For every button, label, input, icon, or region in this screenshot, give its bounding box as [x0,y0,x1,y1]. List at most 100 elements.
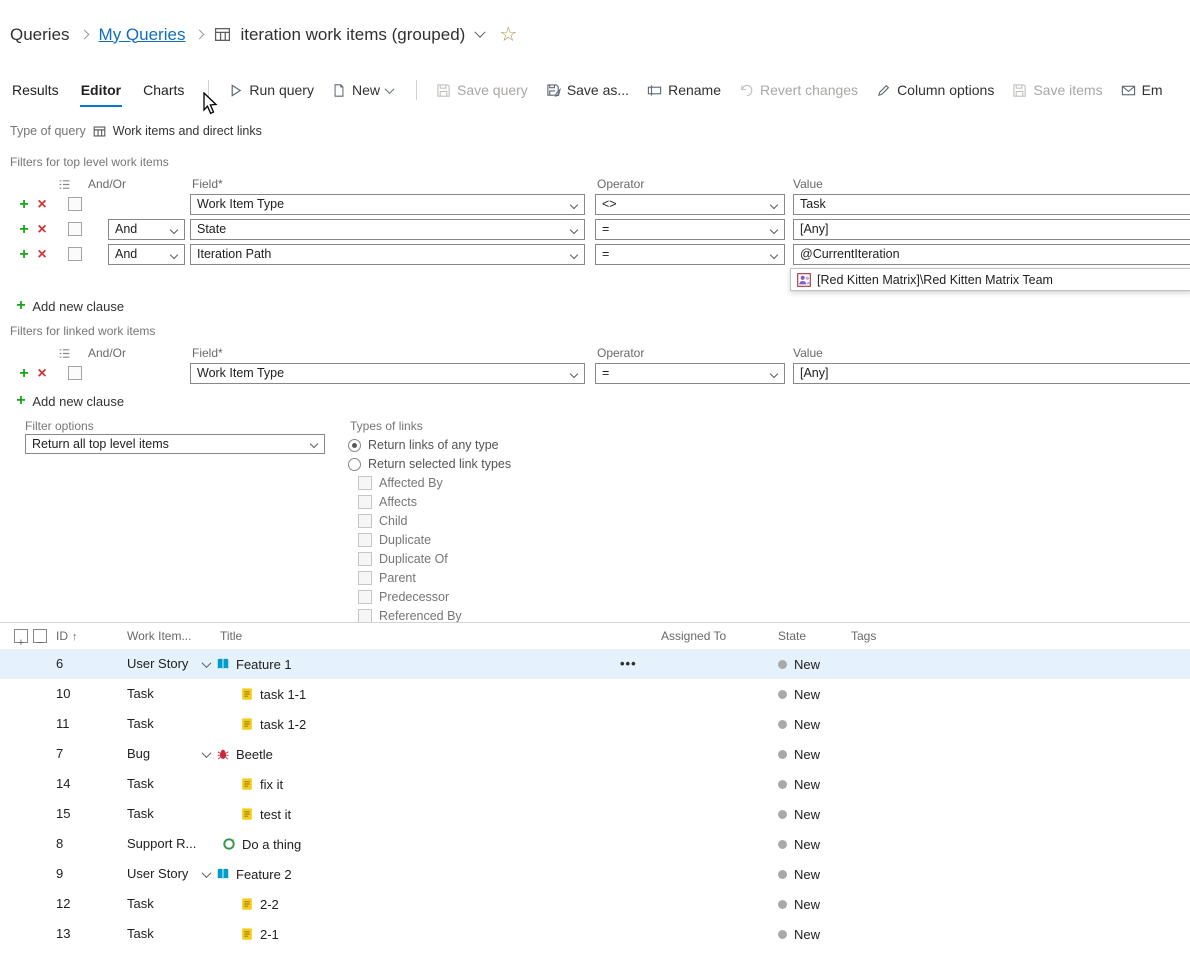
insert-clause-icon[interactable] [16,363,32,384]
operator-select[interactable]: = [595,363,785,384]
operator-select[interactable]: = [595,219,785,240]
new-query-button[interactable]: New [323,82,402,98]
insert-clause-icon[interactable] [16,219,32,240]
filter-row: Work Item Type = [Any] [0,363,1190,384]
add-new-clause-button[interactable]: Add new clause [16,297,124,315]
filter-options-select[interactable]: Return all top level items [25,434,325,454]
insert-clause-icon[interactable] [16,194,32,215]
new-document-icon [334,83,344,97]
expand-all-icon[interactable]: + [14,629,28,649]
field-select[interactable]: Work Item Type [190,363,585,384]
remove-clause-icon[interactable] [34,194,50,215]
email-query-button[interactable]: Em [1112,82,1172,98]
user-story-icon [217,868,229,879]
run-query-button[interactable]: Run query [219,82,323,98]
link-type-child: Child [358,514,408,528]
row-context-menu[interactable]: ••• [620,649,637,679]
value-input[interactable]: Task [793,194,1190,215]
chevron-down-icon [169,225,179,235]
collapse-row-chevron-icon[interactable] [201,657,212,668]
rename-button[interactable]: Rename [638,82,730,98]
insert-clause-icon[interactable] [16,244,32,265]
query-icon [215,28,231,41]
link-type-referenced-by: Referenced By [358,609,462,623]
revert-changes-button: Revert changes [730,82,867,98]
andor-select[interactable]: And [108,219,185,240]
play-icon [231,83,242,97]
column-header-title[interactable]: Title [220,623,242,649]
table-row[interactable]: 12 Task 2-2 New [0,889,1190,919]
field-select[interactable]: State [190,219,585,240]
value-input[interactable]: [Any] [793,363,1190,384]
undo-icon [741,84,753,96]
value-input[interactable]: [Any] [793,219,1190,240]
remove-clause-icon[interactable] [34,363,50,384]
table-row[interactable]: 10 Task task 1-1 New [0,679,1190,709]
table-row[interactable]: 7 Bug Beetle New [0,739,1190,769]
query-type-icon [93,125,106,137]
table-row[interactable]: 15 Task test it New [0,799,1190,829]
value-input[interactable]: @CurrentIteration [793,244,1190,265]
tab-editor[interactable]: Editor [71,74,131,107]
checkbox-icon [358,552,372,566]
field-select[interactable]: Work Item Type [190,194,585,215]
envelope-icon [1121,85,1135,95]
radio-links-any[interactable]: Return links of any type [348,438,499,452]
team-icon [797,272,811,287]
table-row[interactable]: 8 Support R... Do a thing New [0,829,1190,859]
column-header-tags[interactable]: Tags [851,623,876,649]
state-dot-icon [778,779,787,789]
top-filters-title: Filters for top level work items [10,155,169,169]
tab-charts[interactable]: Charts [133,74,194,106]
table-row[interactable]: 13 Task 2-1 New [0,919,1190,949]
column-header-id[interactable]: ID [56,623,78,650]
favorite-star-icon[interactable]: ☆ [499,22,517,47]
add-new-clause-button[interactable]: Add new clause [16,392,124,410]
save-as-button[interactable]: Save as... [537,82,638,98]
top-filters-header: And/Or Field* Operator Value [0,177,1190,193]
operator-select[interactable]: = [595,244,785,265]
page-title[interactable]: iteration work items (grouped) [240,25,465,45]
andor-select[interactable]: And [108,244,185,265]
column-options-button[interactable]: Column options [867,82,1003,98]
filter-row: Work Item Type <> Task [0,194,1190,215]
type-of-query-label: Type of query [10,124,86,138]
column-header-work-item-type[interactable]: Work Item... [127,623,191,649]
clause-checkbox[interactable] [68,222,82,236]
link-type-affects: Affects [358,495,417,509]
value-suggestion-item[interactable]: [Red Kitten Matrix]\Red Kitten Matrix Te… [790,268,1190,291]
checkbox-icon [358,514,372,528]
task-icon [242,718,252,730]
table-row[interactable]: 14 Task fix it New [0,769,1190,799]
collapse-all-icon[interactable]: − [33,629,47,649]
chevron-down-icon [309,439,319,449]
breadcrumb-queries[interactable]: Queries [10,25,70,45]
results-header: + − ID Work Item... Title Assigned To St… [0,623,1190,649]
clause-checkbox[interactable] [68,247,82,261]
user-story-icon [217,658,229,669]
remove-clause-icon[interactable] [34,244,50,265]
filter-options-label: Filter options [25,419,94,433]
task-icon [242,898,252,910]
task-icon [242,928,252,940]
operator-select[interactable]: <> [595,194,785,215]
table-row[interactable]: 9 User Story Feature 2 New [0,859,1190,889]
column-header-assigned-to[interactable]: Assigned To [661,623,726,649]
clause-list-icon [59,349,70,358]
field-select[interactable]: Iteration Path [190,244,585,265]
query-menu-chevron-icon[interactable] [474,26,486,38]
clause-checkbox[interactable] [68,366,82,380]
remove-clause-icon[interactable] [34,219,50,240]
clause-checkbox[interactable] [68,197,82,211]
collapse-row-chevron-icon[interactable] [201,867,212,878]
breadcrumb-my-queries[interactable]: My Queries [99,25,186,45]
chevron-down-icon [769,250,779,260]
tab-results[interactable]: Results [2,74,69,106]
query-editor-page: Queries My Queries iteration work items … [0,0,1190,956]
collapse-row-chevron-icon[interactable] [201,747,212,758]
column-header-state[interactable]: State [778,623,806,649]
radio-links-selected[interactable]: Return selected link types [348,457,511,471]
table-row[interactable]: 6 User Story Feature 1 ••• New [0,649,1190,679]
table-row[interactable]: 11 Task task 1-2 New [0,709,1190,739]
save-query-button: Save query [427,82,537,98]
